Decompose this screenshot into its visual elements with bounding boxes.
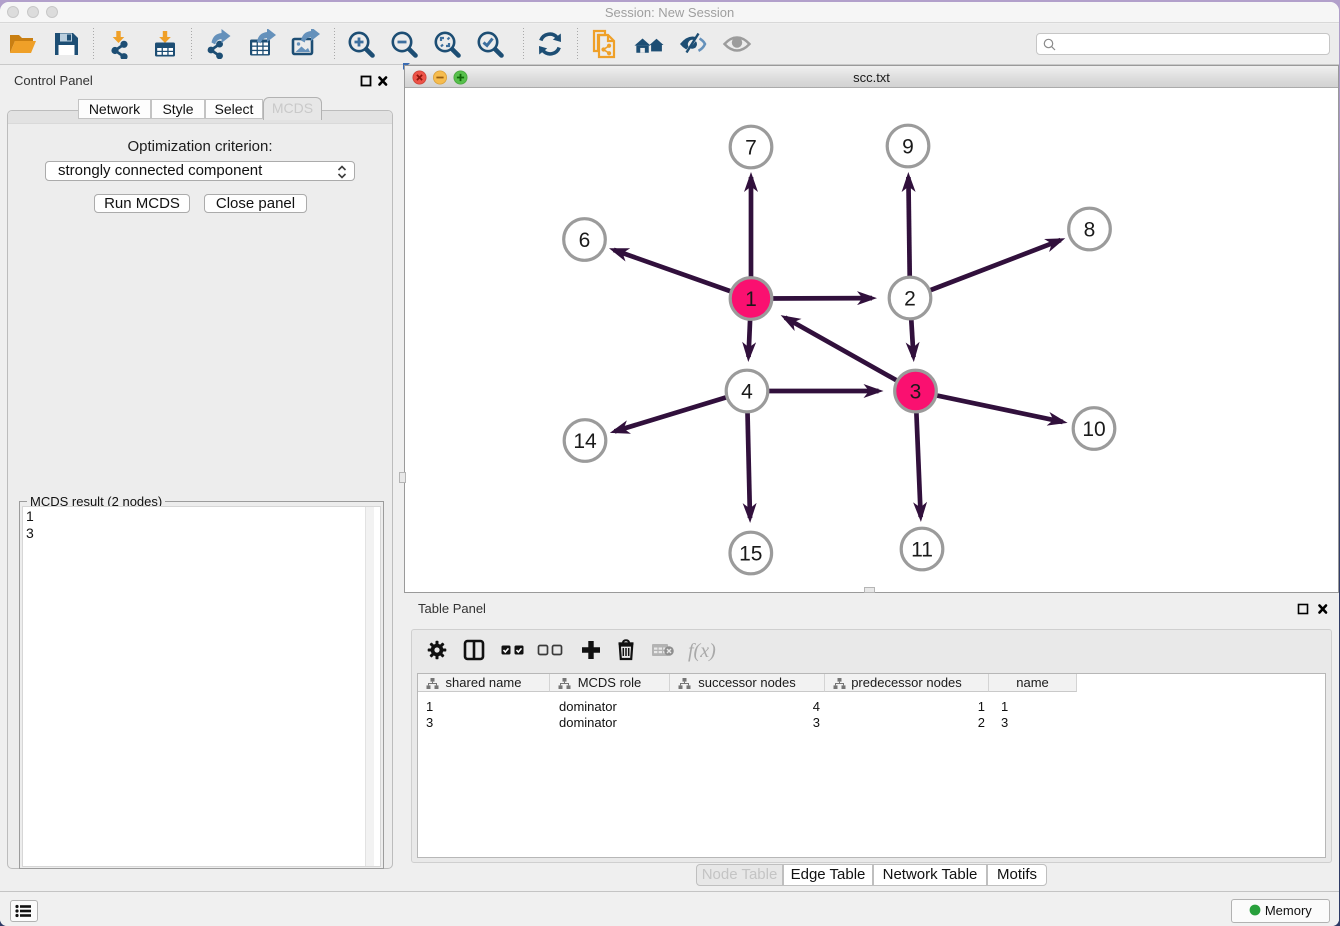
svg-text:8: 8 [1084,219,1096,242]
svg-text:4: 4 [741,381,753,404]
svg-text:10: 10 [1082,418,1105,441]
svg-text:6: 6 [579,229,591,252]
svg-text:f(x): f(x) [688,640,716,662]
svg-text:1: 1 [745,288,757,311]
svg-text:11: 11 [911,539,933,562]
svg-text:15: 15 [739,543,762,566]
svg-text:3: 3 [910,381,922,404]
svg-text:2: 2 [904,288,916,311]
svg-text:14: 14 [573,430,597,453]
svg-text:9: 9 [902,136,914,159]
svg-text:7: 7 [745,137,757,160]
